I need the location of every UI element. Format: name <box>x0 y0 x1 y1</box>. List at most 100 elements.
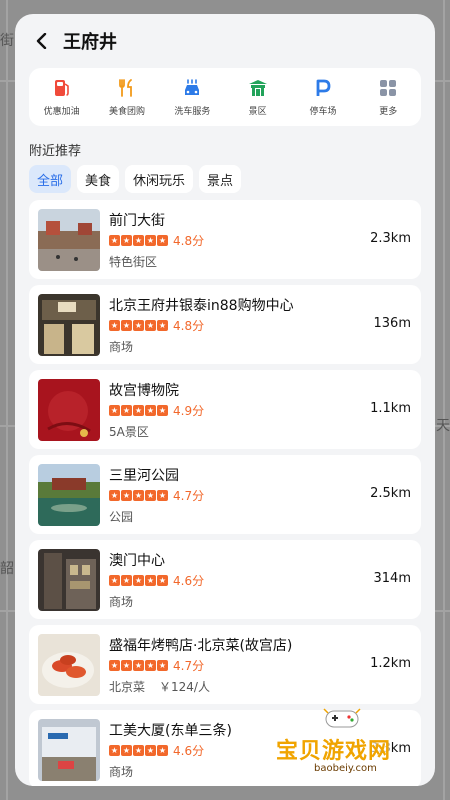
place-rating: ★ ★ ★ ★ ★ 4.8分 <box>109 232 204 249</box>
nearby-panel: 王府井 优惠加油 美食团购 洗车服务 景区 停车场 更多 附近推荐 全部 美食 … <box>15 14 435 786</box>
filter-food-chip[interactable]: 美食 <box>77 165 120 193</box>
place-rating: ★ ★ ★ ★ ★ 4.9分 <box>109 402 204 419</box>
place-category: 北京菜 <box>109 680 146 694</box>
star-icon: ★ <box>157 490 168 501</box>
place-card[interactable]: 盛福年烤鸭店·北京菜(故宫店) ★ ★ ★ ★ ★ 4.7分 北京菜 ￥124/人 1.2… <box>29 625 421 704</box>
rating-stars: ★ ★ ★ ★ ★ <box>109 660 168 671</box>
service-gas-button[interactable]: 优惠加油 <box>29 68 94 126</box>
place-name: 北京王府井银泰in88购物中心 <box>109 298 294 314</box>
rating-score: 4.6分 <box>173 574 205 588</box>
star-icon: ★ <box>109 575 120 586</box>
place-rating: ★ ★ ★ ★ ★ 4.6分 <box>109 572 204 589</box>
rating-score: 4.8分 <box>173 319 205 333</box>
place-photo <box>38 464 100 526</box>
more-grid-icon <box>378 78 398 98</box>
place-category: 5A景区 <box>109 425 149 439</box>
star-icon: ★ <box>109 490 120 501</box>
place-photo <box>38 294 100 356</box>
place-photo <box>38 719 100 781</box>
place-name: 澳门中心 <box>109 553 165 569</box>
filter-all-chip[interactable]: 全部 <box>29 165 72 193</box>
rating-stars: ★ ★ ★ ★ ★ <box>109 575 168 586</box>
rating-stars: ★ ★ ★ ★ ★ <box>109 405 168 416</box>
place-list: 前门大街 ★ ★ ★ ★ ★ 4.8分 特色街区 2.3km 北京王府井银泰in88购物… <box>29 200 421 786</box>
place-photo <box>38 634 100 696</box>
star-icon: ★ <box>121 235 132 246</box>
place-distance: 2.3km <box>370 231 411 246</box>
star-icon: ★ <box>121 405 132 416</box>
place-rating: ★ ★ ★ ★ ★ 4.6分 <box>109 742 204 759</box>
star-icon: ★ <box>157 235 168 246</box>
star-icon: ★ <box>121 745 132 756</box>
star-icon: ★ <box>133 235 144 246</box>
place-distance: 136m <box>373 316 411 331</box>
star-icon: ★ <box>133 405 144 416</box>
place-category: 商场 <box>109 340 134 354</box>
place-name: 三里河公园 <box>109 468 179 484</box>
star-icon: ★ <box>145 575 156 586</box>
place-distance: 2.5km <box>370 486 411 501</box>
star-icon: ★ <box>145 235 156 246</box>
service-label: 优惠加油 <box>43 106 80 117</box>
rating-stars: ★ ★ ★ ★ ★ <box>109 320 168 331</box>
place-card[interactable]: 三里河公园 ★ ★ ★ ★ ★ 4.7分 公园 2.5km <box>29 455 421 534</box>
star-icon: ★ <box>145 405 156 416</box>
map-label-fragment: 街 <box>0 33 14 49</box>
star-icon: ★ <box>145 745 156 756</box>
filter-leisure-chip[interactable]: 休闲玩乐 <box>125 165 194 193</box>
map-label-fragment: 天 <box>436 418 450 434</box>
place-distance: 314m <box>373 571 411 586</box>
star-icon: ★ <box>109 405 120 416</box>
star-icon: ★ <box>121 575 132 586</box>
star-icon: ★ <box>109 320 120 331</box>
star-icon: ★ <box>133 660 144 671</box>
star-icon: ★ <box>133 320 144 331</box>
star-icon: ★ <box>133 575 144 586</box>
category-filters: 全部 美食 休闲玩乐 景点 <box>29 165 242 193</box>
star-icon: ★ <box>109 235 120 246</box>
service-more-button[interactable]: 更多 <box>356 68 421 126</box>
place-name: 工美大厦(东单三条) <box>109 723 232 739</box>
rating-score: 4.7分 <box>173 489 205 503</box>
place-rating: ★ ★ ★ ★ ★ 4.8分 <box>109 317 204 334</box>
scenic-gate-icon <box>248 78 268 98</box>
watermark-text: 宝贝游戏网 <box>276 739 392 764</box>
star-icon: ★ <box>145 490 156 501</box>
star-icon: ★ <box>157 745 168 756</box>
service-label: 停车场 <box>309 106 337 117</box>
place-distance: 1.1km <box>370 401 411 416</box>
star-icon: ★ <box>133 745 144 756</box>
place-category: 商场 <box>109 595 134 609</box>
place-photo <box>38 379 100 441</box>
rating-score: 4.8分 <box>173 234 205 248</box>
star-icon: ★ <box>121 490 132 501</box>
filter-scenic-chip[interactable]: 景点 <box>199 165 242 193</box>
star-icon: ★ <box>133 490 144 501</box>
site-watermark: 宝贝游戏网 baobeiy.com <box>270 705 430 785</box>
star-icon: ★ <box>157 405 168 416</box>
place-card[interactable]: 北京王府井银泰in88购物中心 ★ ★ ★ ★ ★ 4.8分 商场 136m <box>29 285 421 364</box>
back-arrow-icon[interactable] <box>31 30 53 52</box>
service-label: 景区 <box>248 106 267 117</box>
page-title: 王府井 <box>63 32 117 53</box>
place-card[interactable]: 故宫博物院 ★ ★ ★ ★ ★ 4.9分 5A景区 1.1km <box>29 370 421 449</box>
rating-stars: ★ ★ ★ ★ ★ <box>109 490 168 501</box>
place-card[interactable]: 前门大街 ★ ★ ★ ★ ★ 4.8分 特色街区 2.3km <box>29 200 421 279</box>
service-label: 洗车服务 <box>174 106 211 117</box>
header: 王府井 <box>15 14 435 68</box>
place-rating: ★ ★ ★ ★ ★ 4.7分 <box>109 487 204 504</box>
star-icon: ★ <box>157 320 168 331</box>
service-food-button[interactable]: 美食团购 <box>94 68 159 126</box>
rating-score: 4.6分 <box>173 744 205 758</box>
service-parking-button[interactable]: 停车场 <box>290 68 355 126</box>
service-carwash-button[interactable]: 洗车服务 <box>160 68 225 126</box>
gamepad-icon <box>322 705 362 731</box>
place-rating: ★ ★ ★ ★ ★ 4.7分 <box>109 657 204 674</box>
car-wash-icon <box>182 78 202 98</box>
rating-stars: ★ ★ ★ ★ ★ <box>109 745 168 756</box>
service-label: 更多 <box>379 106 398 117</box>
service-scenic-button[interactable]: 景区 <box>225 68 290 126</box>
place-card[interactable]: 澳门中心 ★ ★ ★ ★ ★ 4.6分 商场 314m <box>29 540 421 619</box>
place-category-row: 北京菜 ￥124/人 <box>109 678 210 695</box>
map-label-fragment: 韶 <box>0 561 14 577</box>
